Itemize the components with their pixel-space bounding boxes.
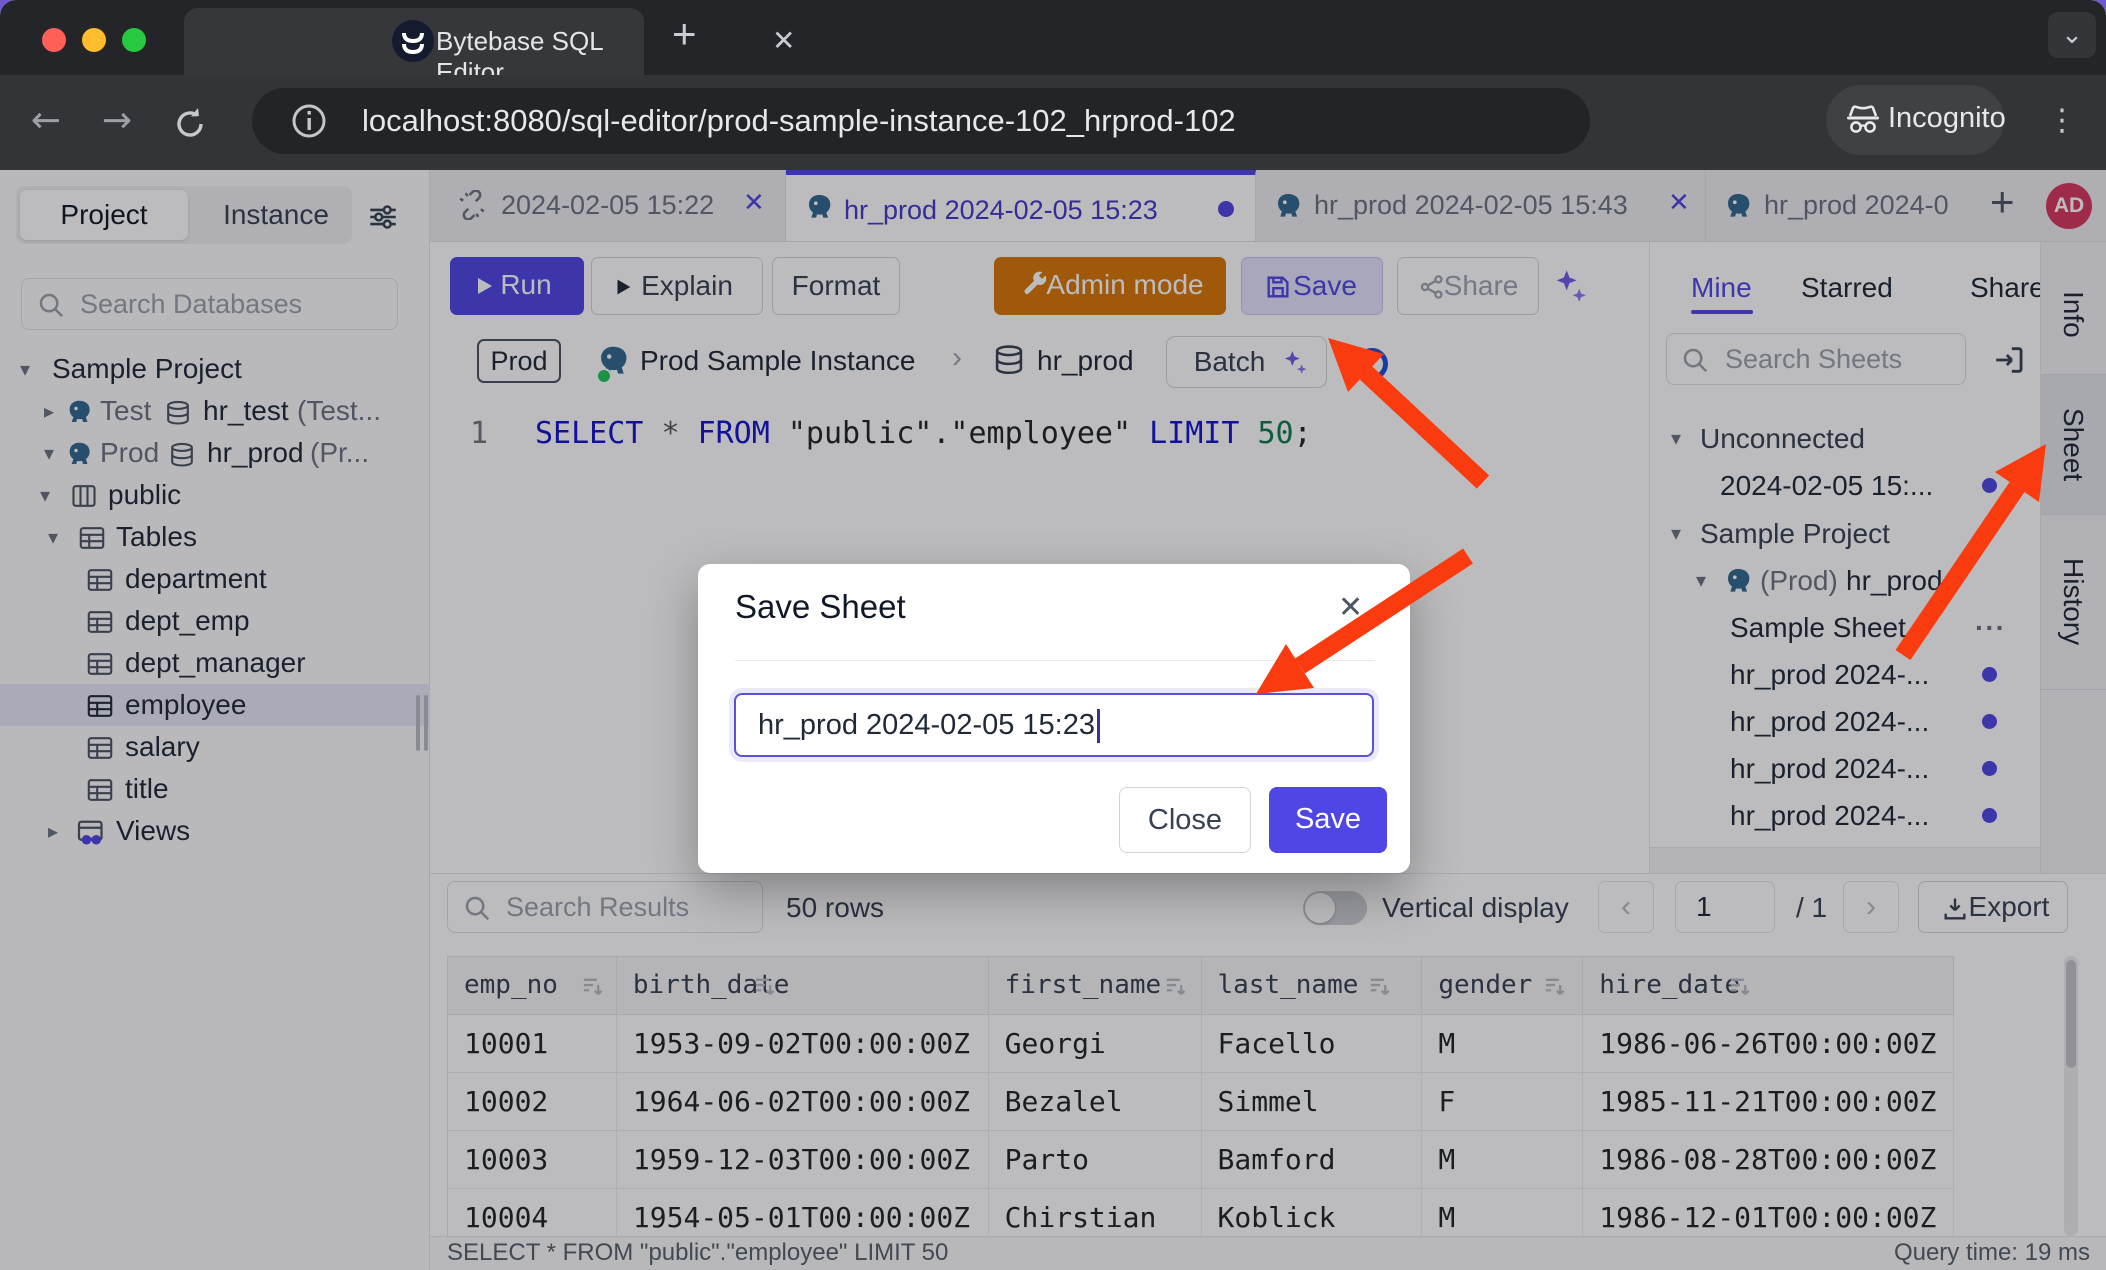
modal-save-button[interactable]: Save bbox=[1269, 787, 1387, 853]
browser-tabstrip: Bytebase SQL Editor ✕ + ⌄ bbox=[0, 0, 2106, 75]
sheet-name-value: hr_prod 2024-02-05 15:23 bbox=[758, 709, 1095, 741]
reload-icon[interactable] bbox=[168, 99, 212, 143]
text-cursor bbox=[1097, 709, 1100, 743]
modal-title: Save Sheet bbox=[735, 588, 906, 626]
close-icon[interactable]: ✕ bbox=[772, 24, 795, 57]
browser-tab[interactable]: Bytebase SQL Editor ✕ bbox=[184, 8, 644, 75]
browser-toolbar: ← → localhost:8080/sql-editor/prod-sampl… bbox=[0, 75, 2106, 170]
incognito-icon bbox=[1842, 99, 1884, 141]
forward-icon[interactable]: → bbox=[95, 99, 139, 143]
site-info-icon[interactable] bbox=[288, 100, 330, 142]
window-minimize-button[interactable] bbox=[82, 28, 106, 52]
incognito-badge: Incognito bbox=[1826, 85, 2004, 155]
url-bar[interactable]: localhost:8080/sql-editor/prod-sample-in… bbox=[252, 88, 1590, 154]
save-sheet-modal: Save Sheet ✕ hr_prod 2024-02-05 15:23 Cl… bbox=[698, 564, 1410, 873]
url-text: localhost:8080/sql-editor/prod-sample-in… bbox=[362, 103, 1236, 139]
menu-icon[interactable]: ⋮ bbox=[2040, 99, 2084, 143]
close-icon[interactable]: ✕ bbox=[1338, 590, 1363, 625]
sheet-name-input[interactable]: hr_prod 2024-02-05 15:23 bbox=[734, 693, 1374, 757]
new-tab-icon[interactable]: + bbox=[672, 10, 697, 58]
window-close-button[interactable] bbox=[42, 28, 66, 52]
incognito-label: Incognito bbox=[1888, 102, 2006, 135]
browser-window: Bytebase SQL Editor ✕ + ⌄ ← → localhost:… bbox=[0, 0, 2106, 1270]
back-icon[interactable]: ← bbox=[24, 99, 68, 143]
window-zoom-button[interactable] bbox=[122, 28, 146, 52]
modal-close-button[interactable]: Close bbox=[1119, 787, 1251, 853]
bytebase-logo-icon bbox=[392, 20, 434, 62]
divider bbox=[735, 660, 1375, 661]
sql-editor-app: Project Instance ▾ Sample Project ▸ Test… bbox=[0, 170, 2106, 1270]
tab-search-chevron-icon[interactable]: ⌄ bbox=[2048, 12, 2096, 58]
